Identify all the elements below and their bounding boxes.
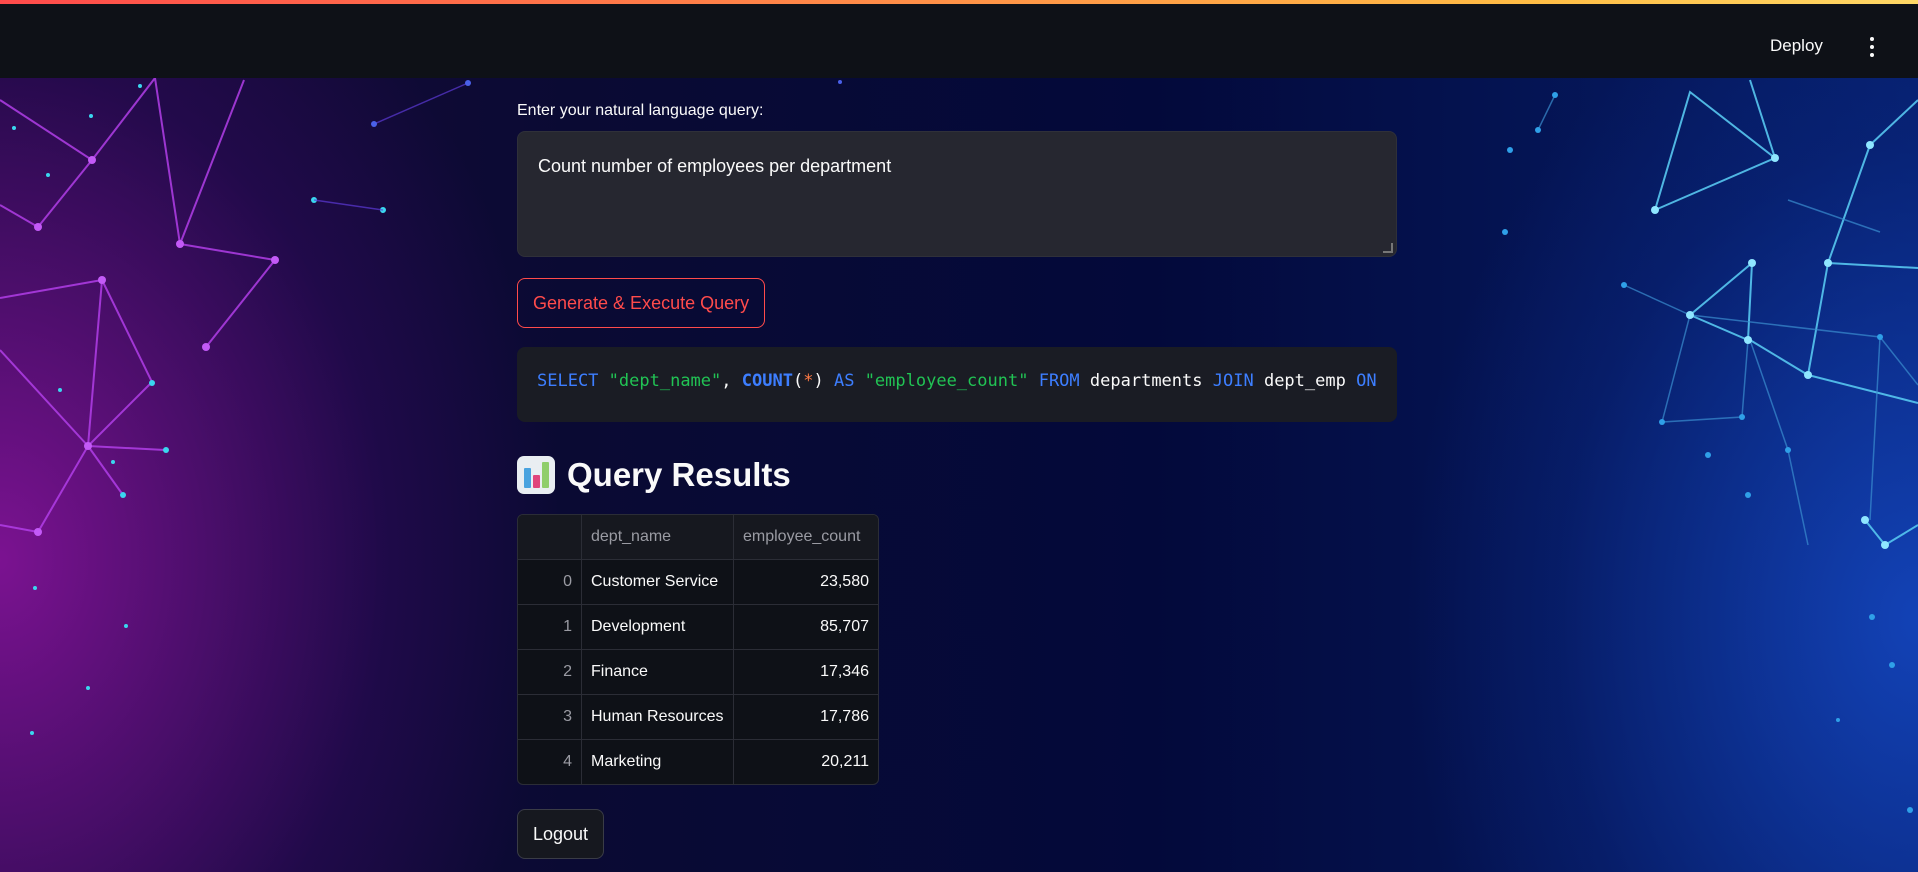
query-text: Count number of employees per department: [538, 156, 892, 176]
table-row: 3 Human Resources 17,786: [518, 694, 878, 739]
employee-count-cell[interactable]: 23,580: [733, 560, 878, 604]
employee-count-cell[interactable]: 85,707: [733, 605, 878, 649]
row-index: 1: [563, 618, 572, 635]
deploy-button[interactable]: Deploy: [1770, 36, 1823, 56]
bar-chart-icon: [517, 456, 555, 494]
sql-code-block: SELECT "dept_name", COUNT(*) AS "employe…: [517, 347, 1397, 422]
dept-name-cell[interactable]: Finance: [581, 650, 733, 694]
generate-execute-query-button[interactable]: Generate & Execute Query: [517, 278, 766, 328]
dept-name-cell[interactable]: Customer Service: [581, 560, 733, 604]
table-row: 2 Finance 17,346: [518, 649, 878, 694]
row-index: 3: [563, 708, 572, 725]
employee-count-cell[interactable]: 17,786: [733, 695, 878, 739]
dept-name-cell[interactable]: Human Resources: [581, 695, 733, 739]
row-index: 2: [563, 663, 572, 680]
table-row: 4 Marketing 20,211: [518, 739, 878, 784]
results-title: Query Results: [567, 456, 791, 493]
results-header: Query Results: [517, 453, 791, 497]
resize-handle-icon[interactable]: [1383, 243, 1393, 253]
table-header-row: dept_name employee_count: [518, 515, 878, 559]
table-row: 1 Development 85,707: [518, 604, 878, 649]
employee-count-cell[interactable]: 20,211: [733, 740, 878, 784]
results-table[interactable]: dept_name employee_count 0 Customer Serv…: [517, 514, 879, 785]
query-textarea[interactable]: Count number of employees per department: [517, 131, 1397, 257]
dept-name-column-header[interactable]: dept_name: [581, 515, 733, 559]
employee-count-cell[interactable]: 17,346: [733, 650, 878, 694]
logout-button[interactable]: Logout: [517, 809, 605, 859]
kebab-menu-icon[interactable]: [1864, 34, 1880, 60]
dept-name-cell[interactable]: Marketing: [581, 740, 733, 784]
query-label: Enter your natural language query:: [517, 102, 764, 119]
dept-name-cell[interactable]: Development: [581, 605, 733, 649]
employee-count-column-header[interactable]: employee_count: [733, 515, 878, 559]
table-row: 0 Customer Service 23,580: [518, 559, 878, 604]
row-index: 4: [563, 753, 572, 770]
top-toolbar: Deploy: [0, 4, 1918, 78]
row-index: 0: [563, 573, 572, 590]
index-column-header[interactable]: [518, 515, 581, 559]
